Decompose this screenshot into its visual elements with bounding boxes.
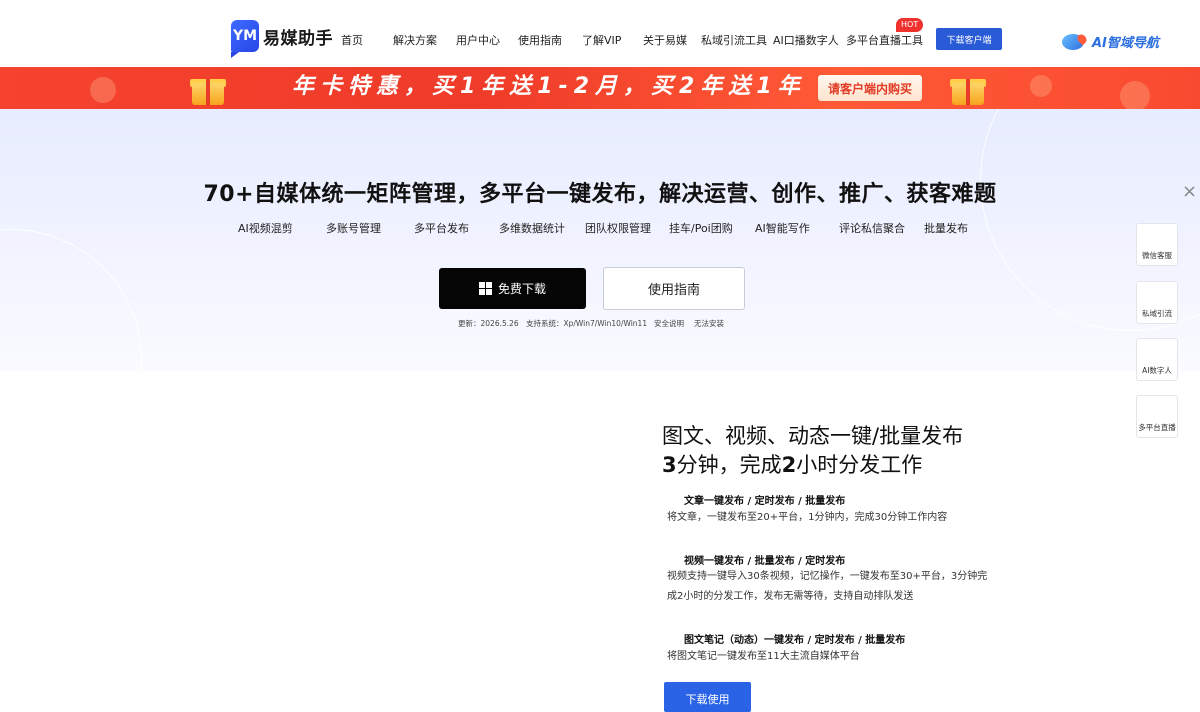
install-help-link[interactable]: 无法安装	[694, 318, 724, 329]
ai-navigation-link[interactable]: AI智域导航	[1062, 32, 1159, 51]
nav-item-user-center[interactable]: 用户中心	[456, 32, 500, 48]
decor-coin	[90, 77, 116, 103]
feature-desc-notes: 将图文笔记一键发布至11大主流自媒体平台	[667, 651, 860, 662]
nav-item-ai-avatar[interactable]: AI口播数字人	[773, 32, 839, 48]
feature-item: 多平台发布	[414, 222, 469, 235]
side-ai-avatar[interactable]: AI数字人	[1136, 338, 1178, 381]
nav-item-home[interactable]: 首页	[341, 32, 363, 48]
section-subtitle: 3分钟，完成2小时分发工作	[662, 451, 922, 480]
update-date: 更新：2026.5.26	[458, 319, 519, 328]
site-logo[interactable]: YM 易媒助手	[231, 20, 333, 58]
gift-box-icon	[188, 71, 228, 105]
decor-coin	[1030, 75, 1052, 97]
windows-icon	[478, 282, 492, 295]
download-client-button[interactable]: 下载客户端	[936, 28, 1002, 50]
side-wechat-service[interactable]: 微信客服	[1136, 223, 1178, 266]
nav-item-guide[interactable]: 使用指南	[518, 32, 562, 48]
feature-desc-video: 视频支持一键导入30条视频，记忆操作，一键发布至30+平台，3分钟完成2小时的分…	[667, 571, 988, 602]
promo-banner[interactable]: 年卡特惠，买1年送1-2月，买2年送1年 请客户端内购买	[0, 67, 1200, 109]
nav-item-live-tool[interactable]: 多平台直播工具	[846, 32, 923, 48]
ai-nav-label: AI智域导航	[1092, 36, 1159, 51]
supported-systems: 支持系统：Xp/Win7/Win10/Win11	[526, 319, 648, 328]
nav-item-vip[interactable]: 了解VIP	[582, 32, 621, 48]
hero-section: 70+自媒体统一矩阵管理，多平台一键发布，解决运营、创作、推广、获客难题 AI视…	[0, 109, 1200, 371]
decor-ring	[0, 229, 142, 371]
guide-button[interactable]: 使用指南	[603, 267, 745, 310]
feature-item: 多维数据统计	[499, 222, 565, 235]
hero-title: 70+自媒体统一矩阵管理，多平台一键发布，解决运营、创作、推广、获客难题	[203, 182, 997, 207]
feature-item: AI智能写作	[755, 222, 810, 235]
feature-item: 挂车/Poi团购	[669, 222, 733, 235]
security-link[interactable]: 安全说明	[654, 318, 684, 329]
section-title: 图文、视频、动态一键/批量发布	[662, 424, 964, 448]
feature-item: 团队权限管理	[585, 222, 651, 235]
close-icon[interactable]: ×	[1182, 183, 1197, 201]
decor-coin	[1120, 81, 1150, 109]
logo-text: 易媒助手	[263, 28, 333, 49]
feature-item: AI视频混剪	[238, 222, 293, 235]
subtitle-num-1: 3	[662, 453, 677, 477]
subtitle-num-2: 2	[781, 453, 797, 477]
feature-desc-article: 将文章，一键发布至20+平台，1分钟内，完成30分钟工作内容	[667, 512, 948, 523]
side-live-stream[interactable]: 多平台直播	[1136, 395, 1178, 438]
nav-item-about[interactable]: 关于易媒	[643, 32, 687, 48]
feature-heading-notes: 图文笔记（动态）一键发布 / 定时发布 / 批量发布	[684, 635, 906, 646]
hot-badge: HOT	[896, 18, 924, 32]
top-header: YM 易媒助手 首页 解决方案 用户中心 使用指南 了解VIP 关于易媒 私域引…	[0, 0, 1200, 67]
feature-item: 多账号管理	[326, 222, 381, 235]
feature-heading-video: 视频一键发布 / 批量发布 / 定时发布	[684, 556, 846, 567]
nav-item-private-traffic[interactable]: 私域引流工具	[701, 32, 767, 48]
gift-box-icon	[948, 71, 988, 105]
side-private-traffic[interactable]: 私域引流	[1136, 281, 1178, 324]
free-download-button[interactable]: 免费下载	[439, 268, 586, 309]
download-use-button[interactable]: 下载使用	[664, 682, 751, 712]
feature-heading-article: 文章一键发布 / 定时发布 / 批量发布	[684, 496, 846, 507]
promo-cta-button[interactable]: 请客户端内购买	[818, 75, 922, 101]
logo-mark-icon: YM	[231, 20, 259, 58]
promo-text: 年卡特惠，买1年送1-2月，买2年送1年	[292, 74, 806, 99]
subtitle-mid: 分钟，完成	[676, 453, 782, 477]
nav-item-solutions[interactable]: 解决方案	[393, 32, 437, 48]
subtitle-post: 小时分发工作	[796, 453, 923, 477]
feature-item: 评论私信聚合	[839, 222, 905, 235]
free-download-label: 免费下载	[497, 282, 546, 296]
feature-item: 批量发布	[924, 222, 968, 235]
